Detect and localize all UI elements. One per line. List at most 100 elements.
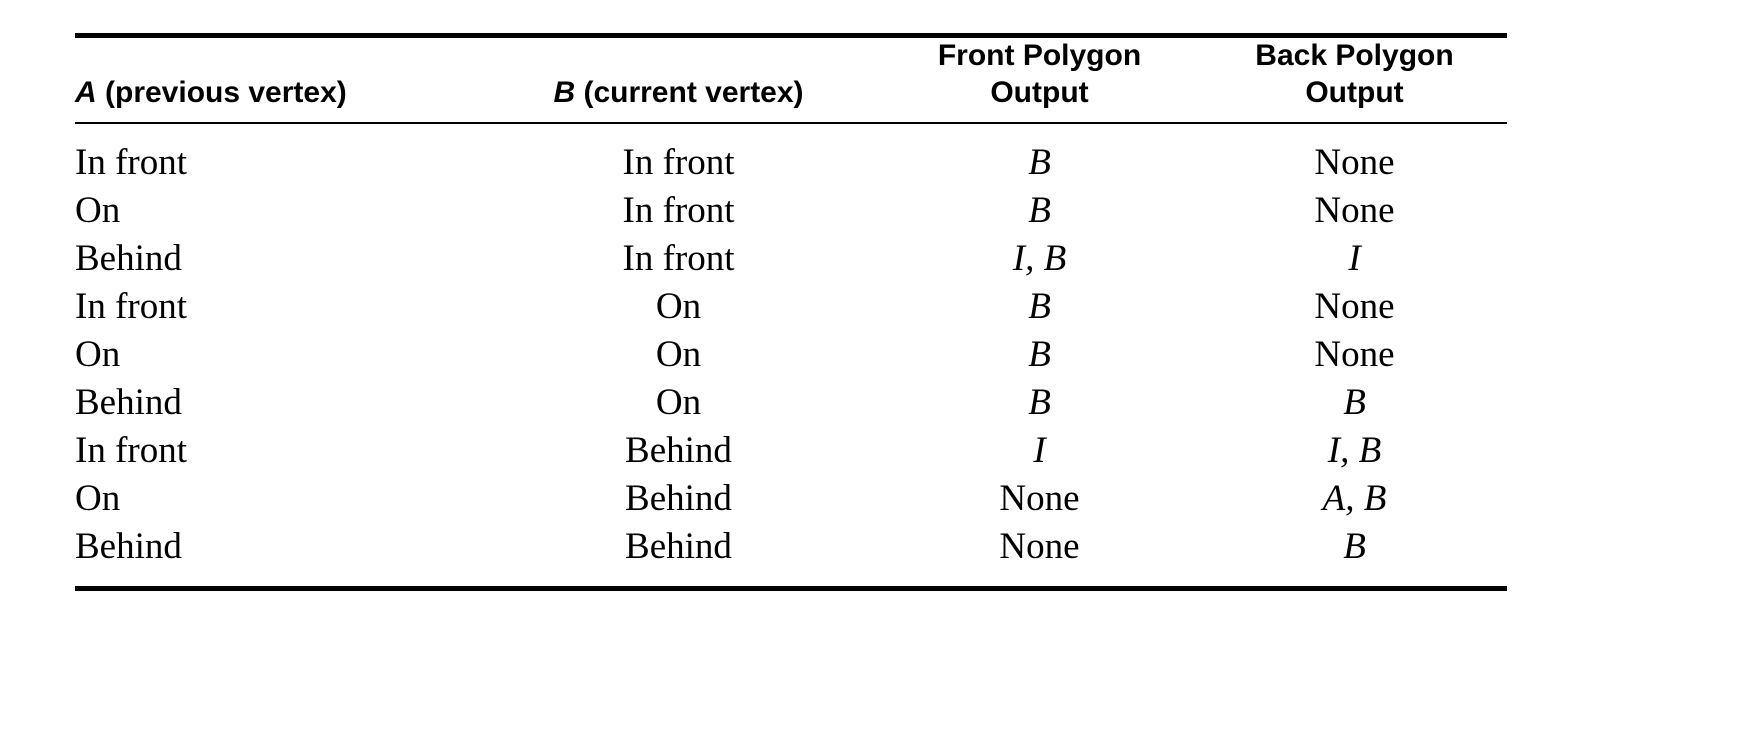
header-spacer-cell bbox=[75, 124, 1507, 138]
column-header-front-polygon-output: Front Polygon Output bbox=[877, 38, 1202, 122]
cell-front: None bbox=[877, 522, 1202, 570]
cell-front-text: I, B bbox=[1012, 237, 1067, 279]
cell-a: Behind bbox=[75, 378, 480, 426]
cell-a-text: Behind bbox=[75, 381, 182, 423]
cell-back-text: I, B bbox=[1327, 429, 1382, 471]
cell-back-text: A, B bbox=[1322, 477, 1387, 519]
cell-a-text: On bbox=[75, 333, 121, 375]
cell-a: On bbox=[75, 474, 480, 522]
table-body: In front In front B None On In front B None Behi… bbox=[75, 138, 1507, 570]
cell-front: B bbox=[877, 186, 1202, 234]
cell-a-text: On bbox=[75, 189, 121, 231]
cell-back-text: None bbox=[1314, 189, 1395, 231]
cell-a: In front bbox=[75, 282, 480, 330]
cell-back: B bbox=[1202, 522, 1507, 570]
cell-b: In front bbox=[480, 186, 877, 234]
cell-back-text: B bbox=[1343, 381, 1366, 423]
column-header-a: A (previous vertex) bbox=[75, 38, 480, 122]
column-header-back-polygon-output: Back Polygon Output bbox=[1202, 38, 1507, 122]
column-header-a-text: (previous vertex) bbox=[96, 75, 347, 109]
header-spacer-row bbox=[75, 124, 1507, 138]
cell-back: I, B bbox=[1202, 426, 1507, 474]
cell-b: In front bbox=[480, 234, 877, 282]
table-container: A (previous vertex) B (current vertex) F… bbox=[75, 33, 1507, 592]
cell-front: None bbox=[877, 474, 1202, 522]
table-row: On On B None bbox=[75, 330, 1507, 378]
column-header-front-line2: Output bbox=[990, 75, 1089, 109]
cell-front-text: B bbox=[1028, 333, 1051, 375]
cell-a: In front bbox=[75, 138, 480, 186]
column-header-back-line2: Output bbox=[1305, 75, 1404, 109]
table-row: In front Behind I I, B bbox=[75, 426, 1507, 474]
column-header-b-symbol: B bbox=[553, 75, 576, 109]
cell-b-text: In front bbox=[622, 141, 735, 183]
cell-a: On bbox=[75, 330, 480, 378]
cell-front: B bbox=[877, 330, 1202, 378]
table-row: Behind In front I, B I bbox=[75, 234, 1507, 282]
cell-front: B bbox=[877, 282, 1202, 330]
cell-a-text: Behind bbox=[75, 525, 182, 567]
cell-back: B bbox=[1202, 378, 1507, 426]
cell-a: Behind bbox=[75, 522, 480, 570]
cell-b-text: On bbox=[655, 381, 702, 423]
cell-b: On bbox=[480, 330, 877, 378]
cell-a-text: In front bbox=[75, 285, 187, 327]
table-row: On In front B None bbox=[75, 186, 1507, 234]
cell-front: I, B bbox=[877, 234, 1202, 282]
table-row: On Behind None A, B bbox=[75, 474, 1507, 522]
cell-back: None bbox=[1202, 138, 1507, 186]
cell-back-text: None bbox=[1314, 285, 1395, 327]
cell-b: Behind bbox=[480, 522, 877, 570]
table-row: Behind On B B bbox=[75, 378, 1507, 426]
cell-a: In front bbox=[75, 426, 480, 474]
cell-b-text: Behind bbox=[625, 429, 732, 471]
table-row: In front On B None bbox=[75, 282, 1507, 330]
cell-front-text: None bbox=[999, 477, 1080, 519]
cell-a-text: Behind bbox=[75, 237, 182, 279]
cell-b-text: On bbox=[655, 285, 702, 327]
cell-back: None bbox=[1202, 282, 1507, 330]
cell-b-text: On bbox=[655, 333, 702, 375]
cell-front: I bbox=[877, 426, 1202, 474]
cell-b-text: In front bbox=[622, 189, 735, 231]
cell-back: None bbox=[1202, 330, 1507, 378]
cell-back-text: None bbox=[1314, 333, 1395, 375]
cell-front-text: None bbox=[999, 525, 1080, 567]
cell-back-text: I bbox=[1348, 237, 1361, 279]
table-header: A (previous vertex) B (current vertex) F… bbox=[75, 38, 1507, 138]
cell-b-text: In front bbox=[622, 237, 735, 279]
column-header-b: B (current vertex) bbox=[480, 38, 877, 122]
table-row: In front In front B None bbox=[75, 138, 1507, 186]
cell-back: I bbox=[1202, 234, 1507, 282]
cell-back: None bbox=[1202, 186, 1507, 234]
cell-a-text: In front bbox=[75, 141, 187, 183]
cell-back-text: None bbox=[1314, 141, 1395, 183]
column-header-a-symbol: A bbox=[75, 75, 97, 109]
cell-front: B bbox=[877, 378, 1202, 426]
polygon-clipping-table: A (previous vertex) B (current vertex) F… bbox=[75, 38, 1507, 570]
cell-front: B bbox=[877, 138, 1202, 186]
cell-a-text: On bbox=[75, 477, 121, 519]
cell-b: On bbox=[480, 282, 877, 330]
cell-back: A, B bbox=[1202, 474, 1507, 522]
table-row: Behind Behind None B bbox=[75, 522, 1507, 570]
cell-a: Behind bbox=[75, 234, 480, 282]
column-header-b-text: (current vertex) bbox=[575, 75, 804, 109]
cell-b: In front bbox=[480, 138, 877, 186]
cell-front-text: B bbox=[1028, 189, 1051, 231]
cell-front-text: B bbox=[1028, 285, 1051, 327]
cell-front-text: B bbox=[1028, 381, 1051, 423]
cell-back-text: B bbox=[1343, 525, 1366, 567]
cell-a-text: In front bbox=[75, 429, 187, 471]
cell-front-text: B bbox=[1028, 141, 1051, 183]
cell-a: On bbox=[75, 186, 480, 234]
cell-b: Behind bbox=[480, 474, 877, 522]
table-bottom-rule bbox=[75, 586, 1507, 592]
column-header-back-line1: Back Polygon bbox=[1255, 39, 1454, 72]
cell-b-text: Behind bbox=[625, 477, 732, 519]
cell-b: On bbox=[480, 378, 877, 426]
header-row: A (previous vertex) B (current vertex) F… bbox=[75, 38, 1507, 122]
cell-front-text: I bbox=[1033, 429, 1046, 471]
cell-b: Behind bbox=[480, 426, 877, 474]
column-header-front-line1: Front Polygon bbox=[937, 39, 1142, 72]
